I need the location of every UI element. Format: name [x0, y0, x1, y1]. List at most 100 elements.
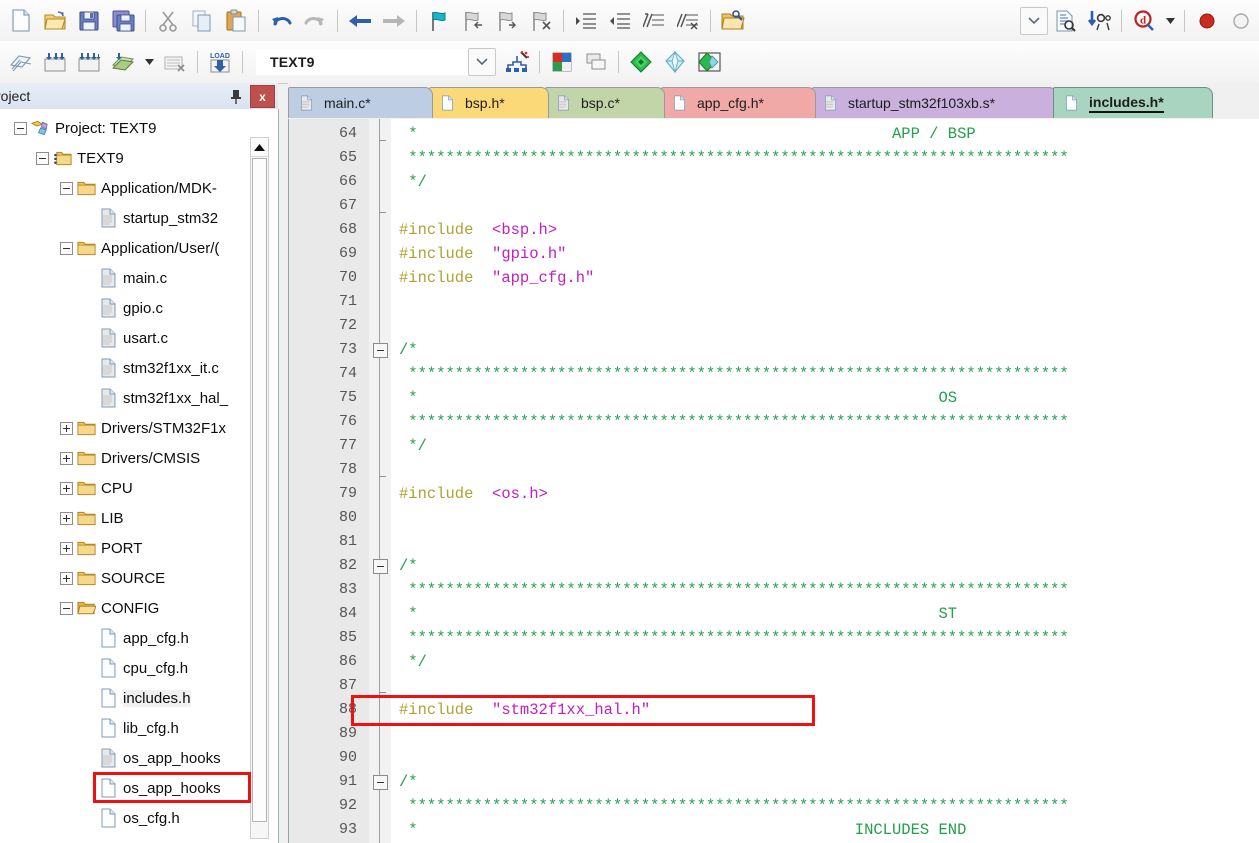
tree-item[interactable]: stm32f1xx_it.c — [0, 353, 262, 383]
tree-item[interactable]: lib_cfg.h — [0, 713, 262, 743]
copy-icon[interactable] — [186, 5, 218, 37]
new-file-icon[interactable] — [5, 5, 37, 37]
fold-collapse-icon[interactable] — [373, 343, 388, 358]
folder-icon — [77, 241, 96, 256]
expand-icon[interactable] — [60, 451, 73, 465]
collapse-icon[interactable] — [60, 601, 73, 615]
expand-icon[interactable] — [60, 541, 73, 555]
bookmark-toggle-icon[interactable] — [423, 5, 455, 37]
tree-item[interactable]: stm32f1xx_hal_ — [0, 383, 262, 413]
breakpoint-icon[interactable] — [1191, 5, 1223, 37]
stop-build-icon[interactable] — [159, 46, 191, 78]
close-panel-button[interactable]: x — [250, 85, 275, 108]
dropdown-caret-icon[interactable] — [1162, 5, 1178, 37]
select-software-packs-icon[interactable] — [693, 46, 725, 78]
tree-item[interactable]: startup_stm32 — [0, 203, 262, 233]
combo-dropdown-icon[interactable] — [1020, 6, 1048, 35]
bookmark-clear-icon[interactable] — [525, 5, 557, 37]
collapse-icon[interactable] — [14, 121, 27, 135]
breakpoint-disable-icon[interactable] — [1225, 5, 1257, 37]
tree-item[interactable]: TEXT9 — [0, 143, 262, 173]
save-all-icon[interactable] — [107, 5, 139, 37]
expand-icon[interactable] — [60, 571, 73, 585]
tree-item[interactable]: LIB — [0, 503, 262, 533]
tree-item[interactable]: Drivers/STM32F1x — [0, 413, 262, 443]
open-file-icon[interactable] — [39, 5, 71, 37]
tree-item[interactable]: main.c — [0, 263, 262, 293]
editor-tab[interactable]: main.c* — [288, 87, 433, 118]
scroll-up-icon[interactable] — [251, 138, 268, 157]
fold-collapse-icon[interactable] — [373, 775, 388, 790]
tree-item[interactable]: Drivers/CMSIS — [0, 443, 262, 473]
translate-icon[interactable] — [5, 46, 37, 78]
code-line: 67 — [289, 194, 1259, 218]
collapse-icon[interactable] — [36, 151, 49, 165]
target-options-icon[interactable] — [546, 46, 578, 78]
editor-tab-label: bsp.h* — [465, 95, 505, 111]
tree-item[interactable]: app_cfg.h — [0, 623, 262, 653]
pack-installer-icon[interactable] — [625, 46, 657, 78]
comment-icon[interactable] — [638, 5, 670, 37]
collapse-icon[interactable] — [60, 181, 73, 195]
expand-icon[interactable] — [60, 481, 73, 495]
find-in-files-icon[interactable] — [1049, 5, 1081, 37]
tree-item[interactable]: CPU — [0, 473, 262, 503]
tree-item[interactable]: os_app_hooks — [0, 773, 262, 803]
navigate-forward-icon[interactable] — [378, 5, 410, 37]
save-icon[interactable] — [73, 5, 105, 37]
tree-item[interactable]: os_cfg.h — [0, 803, 262, 833]
expand-icon[interactable] — [60, 421, 73, 435]
paste-icon[interactable] — [220, 5, 252, 37]
editor-tab[interactable]: bsp.h* — [429, 87, 549, 118]
tree-item[interactable]: Application/MDK- — [0, 173, 262, 203]
open-folder-icon[interactable] — [717, 5, 749, 37]
tree-item[interactable]: usart.c — [0, 323, 262, 353]
tree-item-label: startup_stm32 — [123, 209, 219, 227]
tree-item[interactable]: cpu_cfg.h — [0, 653, 262, 683]
editor-tab[interactable]: bsp.c* — [545, 87, 665, 118]
tree-item-selected[interactable]: includes.h — [0, 683, 262, 713]
bookmark-prev-icon[interactable] — [457, 5, 489, 37]
scrollbar-thumb[interactable] — [252, 158, 267, 822]
tree-item[interactable]: PORT — [0, 533, 262, 563]
file-h-icon — [99, 718, 118, 738]
debug-magnifier-icon[interactable]: d — [1128, 5, 1160, 37]
redo-icon[interactable] — [299, 5, 331, 37]
batch-build-icon[interactable] — [107, 46, 139, 78]
outdent-icon[interactable] — [604, 5, 636, 37]
rebuild-icon[interactable] — [73, 46, 105, 78]
batch-build-dropdown-icon[interactable] — [141, 46, 157, 78]
expand-icon[interactable] — [60, 511, 73, 525]
editor-tab[interactable]: app_cfg.h* — [661, 87, 816, 118]
tree-item[interactable]: gpio.c — [0, 293, 262, 323]
target-options-wizard-icon[interactable] — [501, 46, 533, 78]
build-icon[interactable] — [39, 46, 71, 78]
collapse-icon[interactable] — [60, 241, 73, 255]
file-c-icon — [101, 748, 116, 768]
tree-item-label: Project: TEXT9 — [55, 119, 157, 137]
undo-icon[interactable] — [265, 5, 297, 37]
editor-tab[interactable]: includes.h* — [1053, 87, 1213, 118]
tree-item[interactable]: Application/User/( — [0, 233, 262, 263]
bookmark-next-icon[interactable] — [491, 5, 523, 37]
tree-item[interactable]: os_app_hooks — [0, 743, 262, 773]
pin-icon[interactable] — [225, 86, 247, 107]
navigate-back-icon[interactable] — [344, 5, 376, 37]
manage-run-env-icon[interactable] — [659, 46, 691, 78]
download-icon[interactable]: LOAD — [204, 46, 236, 78]
tree-item[interactable]: Project: TEXT9 — [0, 113, 262, 143]
fold-end-marker — [379, 692, 386, 693]
combo-dropdown-icon[interactable] — [468, 48, 496, 76]
tree-item[interactable]: CONFIG — [0, 593, 262, 623]
find-next-icon[interactable] — [1083, 5, 1115, 37]
editor-tab[interactable]: startup_stm32f103xb.s* — [812, 87, 1057, 118]
tree-item[interactable]: SOURCE — [0, 563, 262, 593]
manage-layers-icon[interactable] — [580, 46, 612, 78]
target-selector-combo[interactable]: TEXT9 — [256, 49, 468, 75]
fold-collapse-icon[interactable] — [373, 559, 388, 574]
project-tree-scrollbar[interactable] — [250, 137, 269, 839]
code-view[interactable]: 64 * APP / BSP 65 ***********************… — [288, 119, 1259, 843]
uncomment-icon[interactable] — [672, 5, 704, 37]
indent-icon[interactable] — [570, 5, 602, 37]
cut-icon[interactable] — [152, 5, 184, 37]
